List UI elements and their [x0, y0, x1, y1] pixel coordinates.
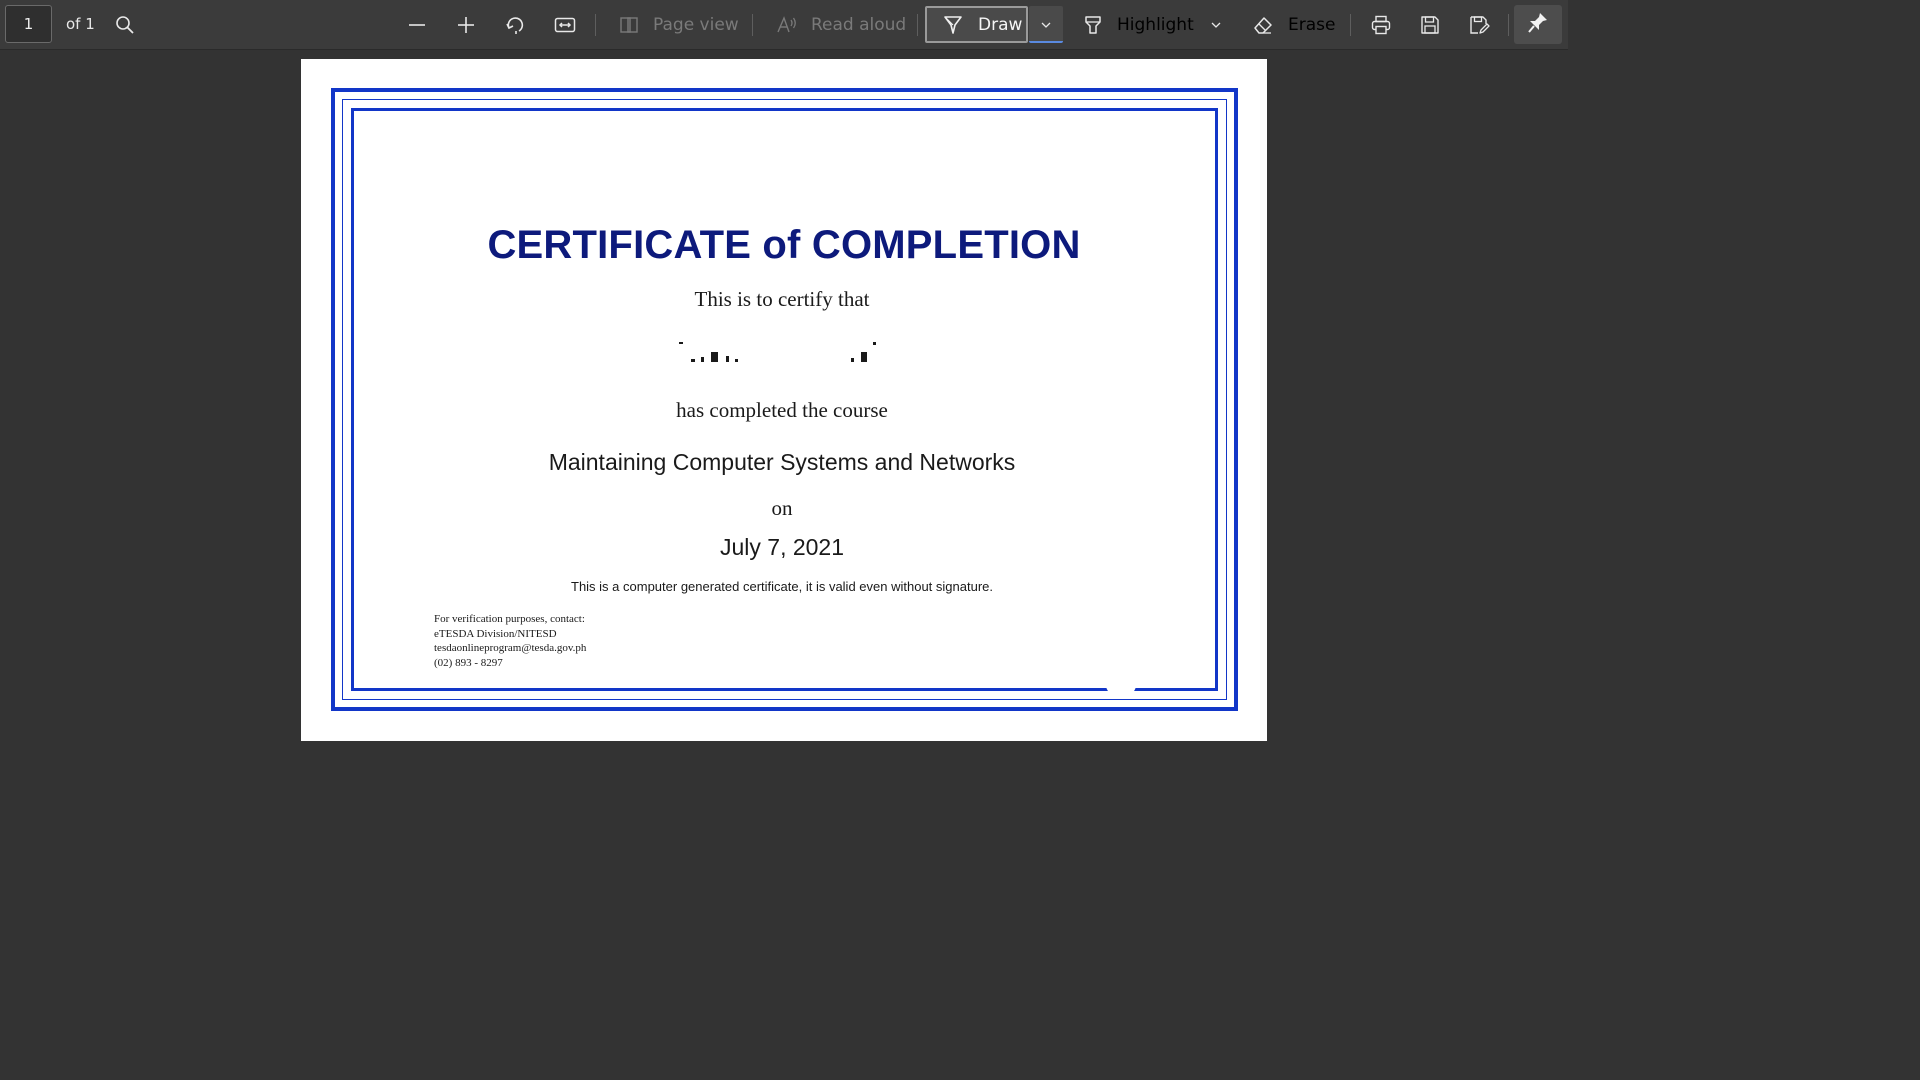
read-aloud-icon[interactable] — [770, 8, 804, 42]
page-number-input[interactable]: 1 — [5, 5, 52, 43]
save-as-icon — [1470, 16, 1490, 34]
course-name: Maintaining Computer Systems and Network… — [548, 449, 1016, 475]
draw-pen-icon — [936, 8, 970, 42]
certify-line: This is to certify that — [694, 287, 870, 311]
chevron-down-icon — [1029, 8, 1063, 42]
completion-date: July 7, 2021 — [719, 534, 845, 560]
page-view-icon[interactable] — [612, 8, 646, 42]
print-button[interactable] — [1364, 8, 1398, 42]
read-aloud-button[interactable]: Read aloud — [811, 15, 906, 35]
toolbar-divider — [1508, 14, 1509, 36]
highlight-options-dropdown[interactable] — [1199, 8, 1233, 42]
toolbar-divider — [917, 14, 918, 36]
viewer-toolbar: 1 of 1 Page view Read aloud Draw Highlig… — [0, 0, 1568, 50]
print-icon — [1371, 15, 1391, 35]
search-icon[interactable] — [108, 8, 142, 42]
draw-label: Draw — [978, 15, 1023, 35]
zoom-out-button[interactable] — [400, 8, 434, 42]
verification-line: For verification purposes, contact: — [434, 613, 585, 625]
page-count-label: of 1 — [66, 15, 95, 33]
computer-generated-notice: This is a computer generated certificate… — [571, 579, 993, 594]
save-as-button[interactable] — [1462, 8, 1496, 42]
highlighter-icon[interactable] — [1076, 8, 1110, 42]
toolbar-divider — [752, 14, 753, 36]
save-icon — [1421, 16, 1439, 34]
verification-email: tesdaonlineprogram@tesda.gov.ph — [434, 642, 587, 654]
verification-division: eTESDA Division/NITESD — [434, 627, 557, 640]
eraser-icon[interactable] — [1246, 8, 1280, 42]
fit-width-icon — [554, 17, 576, 33]
plus-icon — [458, 17, 474, 33]
pin-icon — [1521, 6, 1555, 40]
fit-width-button[interactable] — [548, 8, 582, 42]
verification-contact: For verification purposes, contact: eTES… — [434, 612, 586, 670]
verification-phone: (02) 893 - 8297 — [434, 656, 503, 669]
page-view-button[interactable]: Page view — [653, 15, 739, 35]
toolbar-divider — [595, 14, 596, 36]
minus-icon — [409, 24, 425, 26]
erase-button[interactable]: Erase — [1288, 15, 1335, 35]
rotate-icon — [506, 17, 524, 34]
save-button[interactable] — [1413, 8, 1447, 42]
toolbar-divider — [1350, 14, 1351, 36]
rotate-button[interactable] — [498, 8, 532, 42]
on-line: on — [771, 496, 793, 520]
pdf-page: CERTIFICATE of COMPLETION This is to cer… — [301, 59, 1267, 741]
certificate-title: CERTIFICATE of COMPLETION — [487, 223, 1081, 267]
redacted-recipient-name — [679, 342, 876, 362]
completed-line: has completed the course — [676, 398, 888, 422]
highlight-button[interactable]: Highlight — [1117, 15, 1194, 35]
zoom-in-button[interactable] — [449, 8, 483, 42]
chevron-down-icon — [1211, 22, 1221, 28]
